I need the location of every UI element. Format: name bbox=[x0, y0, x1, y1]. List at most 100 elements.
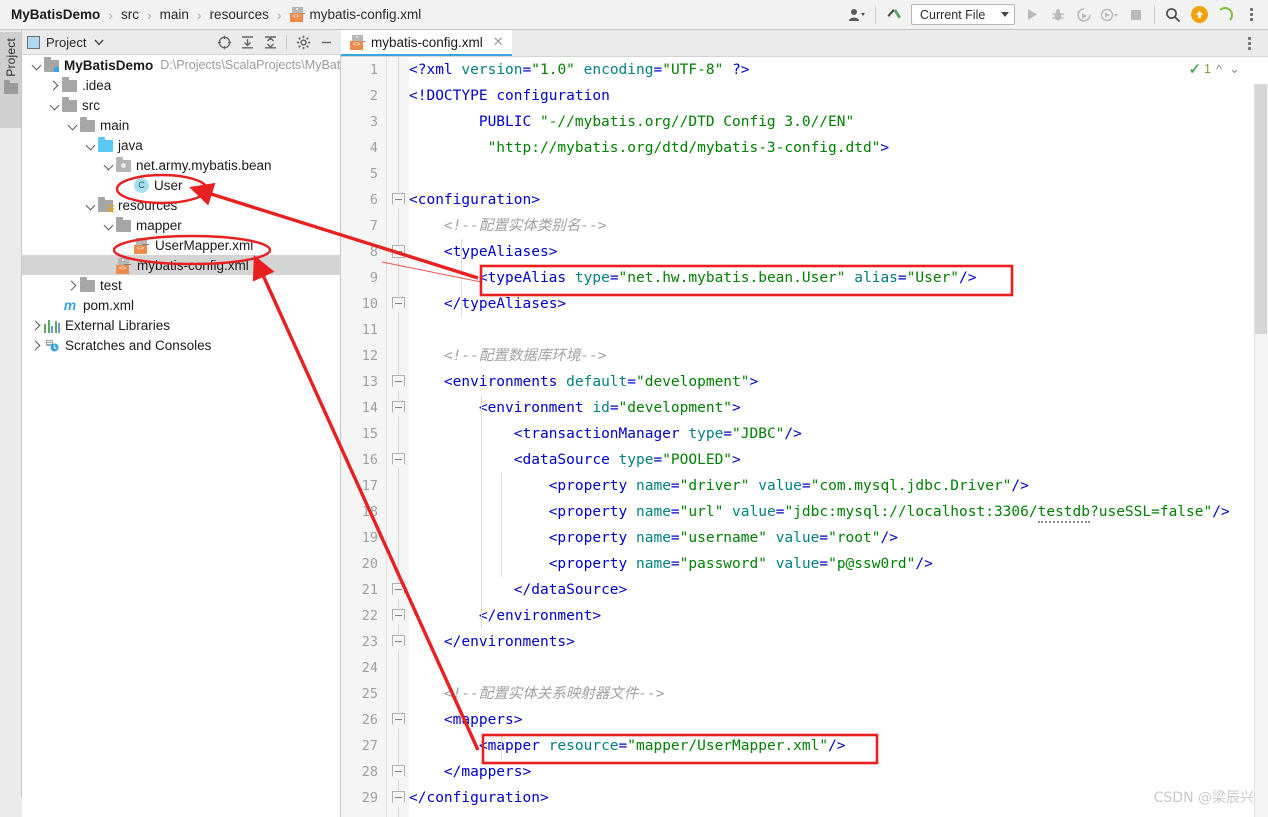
left-tool-window-bar: Project bbox=[0, 30, 22, 817]
editor-fold-strip[interactable] bbox=[387, 57, 409, 817]
code-line-25[interactable]: <!--配置实体关系映射器文件--> bbox=[409, 681, 665, 707]
code-line-22[interactable]: </environment> bbox=[409, 603, 601, 629]
run-play-icon[interactable] bbox=[1019, 2, 1045, 28]
chevron-right-icon[interactable] bbox=[30, 319, 43, 332]
settings-gear-icon[interactable] bbox=[1212, 2, 1238, 28]
chevron-down-icon[interactable] bbox=[48, 99, 61, 112]
build-hammer-icon[interactable] bbox=[881, 2, 907, 28]
code-line-16[interactable]: <dataSource type="POOLED"> bbox=[409, 447, 741, 473]
code-line-20[interactable]: <property name="password" value="p@ssw0r… bbox=[409, 551, 933, 577]
run-configuration-selector[interactable]: Current File bbox=[911, 4, 1015, 25]
tree-node-mybatis-config-xml[interactable]: <> mybatis-config.xml bbox=[22, 255, 341, 275]
tree-node-usermapper-xml[interactable]: <> UserMapper.xml bbox=[22, 235, 341, 255]
more-vertical-icon[interactable] bbox=[1236, 30, 1262, 56]
user-avatar-icon[interactable] bbox=[844, 2, 870, 28]
debug-bug-icon[interactable] bbox=[1045, 2, 1071, 28]
code-line-18[interactable]: <property name="url" value="jdbc:mysql:/… bbox=[409, 499, 1230, 525]
chevron-down-icon[interactable] bbox=[84, 199, 97, 212]
chevron-down-icon[interactable] bbox=[94, 33, 104, 51]
code-line-8[interactable]: <typeAliases> bbox=[409, 239, 558, 265]
hide-panel-icon[interactable] bbox=[316, 32, 336, 52]
tree-node-resources[interactable]: resources bbox=[22, 195, 341, 215]
code-line-3[interactable]: PUBLIC "-//mybatis.org//DTD Config 3.0//… bbox=[409, 109, 854, 135]
tree-node-java[interactable]: java bbox=[22, 135, 341, 155]
code-editor[interactable]: 1 2 3 4 5 6 7 8 9 10 11 12 13 14 15 16 17 18 19 20 21 22 23 24 2… bbox=[341, 57, 1268, 817]
update-project-icon[interactable] bbox=[1186, 2, 1212, 28]
code-fold-toggle-line-22[interactable] bbox=[392, 609, 405, 620]
breadcrumb-item-mybatis-config-xml[interactable]: <> mybatis-config.xml bbox=[288, 7, 424, 22]
code-fold-toggle-line-16[interactable] bbox=[392, 453, 405, 464]
code-line-28[interactable]: </mappers> bbox=[409, 759, 531, 785]
project-tree[interactable]: MyBatisDemo D:\Projects\ScalaProjects\MyB… bbox=[22, 55, 341, 817]
code-fold-toggle-line-10[interactable] bbox=[392, 297, 405, 308]
code-line-19[interactable]: <property name="username" value="root"/> bbox=[409, 525, 898, 551]
tree-node-src[interactable]: src bbox=[22, 95, 341, 115]
chevron-right-icon[interactable] bbox=[48, 79, 61, 92]
code-line-27[interactable]: <mapper resource="mapper/UserMapper.xml"… bbox=[409, 733, 846, 759]
code-line-13[interactable]: <environments default="development"> bbox=[409, 369, 758, 395]
breadcrumb-item-main[interactable]: main bbox=[158, 7, 191, 22]
tree-node-test[interactable]: test bbox=[22, 275, 341, 295]
editor-marker-scrollbar[interactable] bbox=[1254, 84, 1268, 817]
chevron-down-icon[interactable] bbox=[66, 119, 79, 132]
tree-node--idea[interactable]: .idea bbox=[22, 75, 341, 95]
tree-node-scratches-and-consoles[interactable]: Scratches and Consoles bbox=[22, 335, 341, 355]
tree-node-user[interactable]: C User bbox=[22, 175, 341, 195]
code-fold-toggle-line-28[interactable] bbox=[392, 765, 405, 776]
profiler-icon[interactable] bbox=[1097, 2, 1123, 28]
chevron-down-icon[interactable] bbox=[102, 219, 115, 232]
code-line-15[interactable]: <transactionManager type="JDBC"/> bbox=[409, 421, 802, 447]
tree-node-mapper[interactable]: mapper bbox=[22, 215, 341, 235]
code-fold-toggle-line-14[interactable] bbox=[392, 401, 405, 412]
chevron-right-icon[interactable] bbox=[66, 279, 79, 292]
code-fold-toggle-line-21[interactable] bbox=[392, 583, 405, 594]
tree-node-mybatisdemo[interactable]: MyBatisDemo D:\Projects\ScalaProjects\MyB… bbox=[22, 55, 341, 75]
code-line-26[interactable]: <mappers> bbox=[409, 707, 523, 733]
tree-node-net-army-mybatis-bean[interactable]: net.army.mybatis.bean bbox=[22, 155, 341, 175]
breadcrumb-item-src[interactable]: src bbox=[119, 7, 141, 22]
code-line-1[interactable]: <?xml version="1.0" encoding="UTF-8" ?> bbox=[409, 57, 750, 83]
code-line-4[interactable]: "http://mybatis.org/dtd/mybatis-3-config… bbox=[409, 135, 890, 161]
chevron-up-icon[interactable]: ^ bbox=[1214, 62, 1224, 77]
select-opened-file-icon[interactable] bbox=[214, 32, 234, 52]
settings-gear-icon[interactable] bbox=[293, 32, 313, 52]
search-everywhere-icon[interactable] bbox=[1160, 2, 1186, 28]
code-line-12[interactable]: <!--配置数据库环境--> bbox=[409, 343, 607, 369]
chevron-down-icon[interactable] bbox=[30, 59, 43, 72]
code-line-9[interactable]: <typeAlias type="net.hw.mybatis.bean.Use… bbox=[409, 265, 977, 291]
code-line-7[interactable]: <!--配置实体类别名--> bbox=[409, 213, 607, 239]
tree-node-external-libraries[interactable]: External Libraries bbox=[22, 315, 341, 335]
code-line-29[interactable]: </configuration> bbox=[409, 785, 549, 811]
chevron-down-icon[interactable]: ⌄ bbox=[1227, 61, 1242, 77]
breadcrumb-item-mybatisdemo[interactable]: MyBatisDemo bbox=[9, 7, 102, 22]
code-line-10[interactable]: </typeAliases> bbox=[409, 291, 566, 317]
run-with-coverage-icon[interactable] bbox=[1071, 2, 1097, 28]
code-fold-toggle-line-8[interactable] bbox=[392, 245, 405, 258]
code-fold-toggle-line-29[interactable] bbox=[392, 791, 405, 802]
expand-all-icon[interactable] bbox=[237, 32, 257, 52]
tree-node-pom-xml[interactable]: m pom.xml bbox=[22, 295, 341, 315]
tool-window-button-project[interactable]: Project bbox=[0, 32, 21, 128]
code-line-21[interactable]: </dataSource> bbox=[409, 577, 628, 603]
tree-node-main[interactable]: main bbox=[22, 115, 341, 135]
stop-icon[interactable] bbox=[1123, 2, 1149, 28]
editor-tab-mybatis-config[interactable]: <> mybatis-config.xml ✕ bbox=[341, 30, 512, 56]
editor-text[interactable]: <?xml version="1.0" encoding="UTF-8" ?> <… bbox=[409, 57, 1268, 817]
code-line-14[interactable]: <environment id="development"> bbox=[409, 395, 741, 421]
chevron-down-icon[interactable] bbox=[84, 139, 97, 152]
inspection-widget[interactable]: ✓ 1 ^ ⌄ bbox=[1188, 60, 1242, 78]
code-line-23[interactable]: </environments> bbox=[409, 629, 575, 655]
chevron-right-icon[interactable] bbox=[30, 339, 43, 352]
code-fold-toggle-line-26[interactable] bbox=[392, 713, 405, 724]
code-fold-toggle-line-13[interactable] bbox=[392, 375, 405, 386]
close-icon[interactable]: ✕ bbox=[493, 34, 504, 50]
code-fold-toggle-line-6[interactable] bbox=[392, 193, 405, 204]
more-vertical-icon[interactable] bbox=[1238, 2, 1264, 28]
scrollbar-thumb[interactable] bbox=[1255, 84, 1267, 334]
collapse-all-icon[interactable] bbox=[260, 32, 280, 52]
chevron-down-icon[interactable] bbox=[102, 159, 115, 172]
code-fold-toggle-line-23[interactable] bbox=[392, 635, 405, 646]
code-line-2[interactable]: <!DOCTYPE configuration bbox=[409, 83, 610, 109]
breadcrumb-item-resources[interactable]: resources bbox=[208, 7, 271, 22]
code-line-6[interactable]: <configuration> bbox=[409, 187, 540, 213]
